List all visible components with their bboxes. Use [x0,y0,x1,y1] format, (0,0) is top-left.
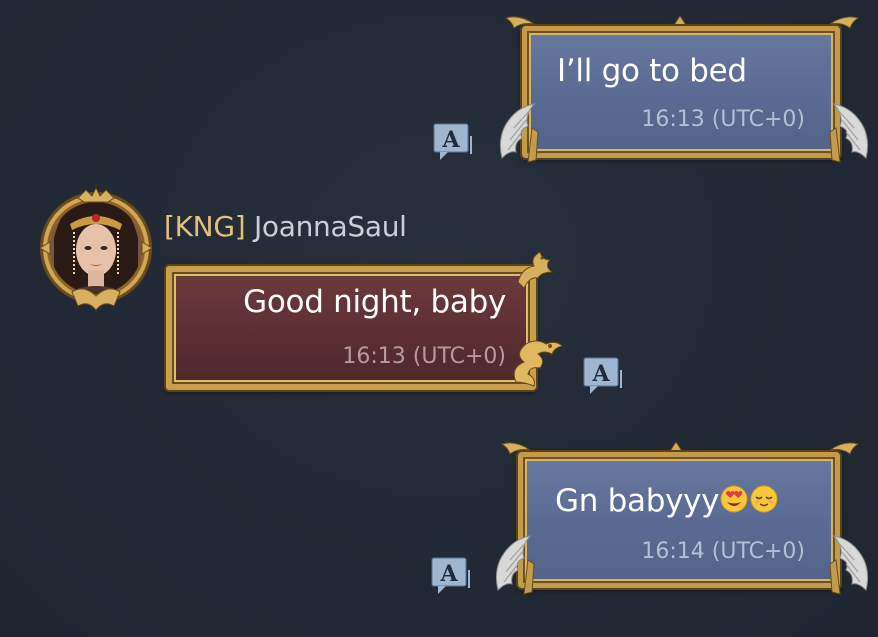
message-text: Good night, baby [243,284,506,320]
sender-alliance-tag: [KNG] [164,210,246,243]
svg-text:A: A [439,561,458,587]
relieved-face-icon [750,485,778,513]
left-wing-ornament [499,103,539,163]
message-timestamp: 16:13 (UTC+0) [342,344,506,369]
translate-icon: A [583,357,622,394]
translate-button[interactable]: A [432,122,476,162]
translate-icon: A [431,557,470,594]
translate-button[interactable]: A [430,556,474,596]
svg-text:A: A [441,127,460,153]
left-wing-ornament [495,535,535,595]
translate-icon: A [433,123,472,160]
right-wing-ornament [829,103,869,163]
message-bubble: Gn babyyy 16:14 (UTC+0) [518,452,840,588]
sender-name[interactable]: [KNG] JoannaSaul [164,210,407,243]
message-timestamp: 16:13 (UTC+0) [641,107,805,132]
sender-username: JoannaSaul [253,210,407,243]
message-text: I’ll go to bed [557,53,747,89]
avatar-image [39,186,153,311]
translate-button[interactable]: A [582,356,626,396]
message-text: Gn babyyy [555,483,779,522]
message-bubble: I’ll go to bed 16:13 (UTC+0) [522,26,840,158]
avatar[interactable] [34,186,158,312]
dragon-ornament [517,251,554,289]
dragon-ornament [513,340,563,387]
chat-area: I’ll go to bed 16:13 (UTC+0) A [KNG] Joa… [0,0,878,637]
message-bubble: Good night, baby 16:13 (UTC+0) [166,266,536,390]
message-timestamp: 16:14 (UTC+0) [641,539,805,564]
right-wing-ornament [829,535,869,595]
heart-eyes-face-icon [720,485,748,513]
svg-text:A: A [591,361,610,387]
message-text-content: Gn babyyy [555,483,720,519]
emoji-group [719,484,779,522]
